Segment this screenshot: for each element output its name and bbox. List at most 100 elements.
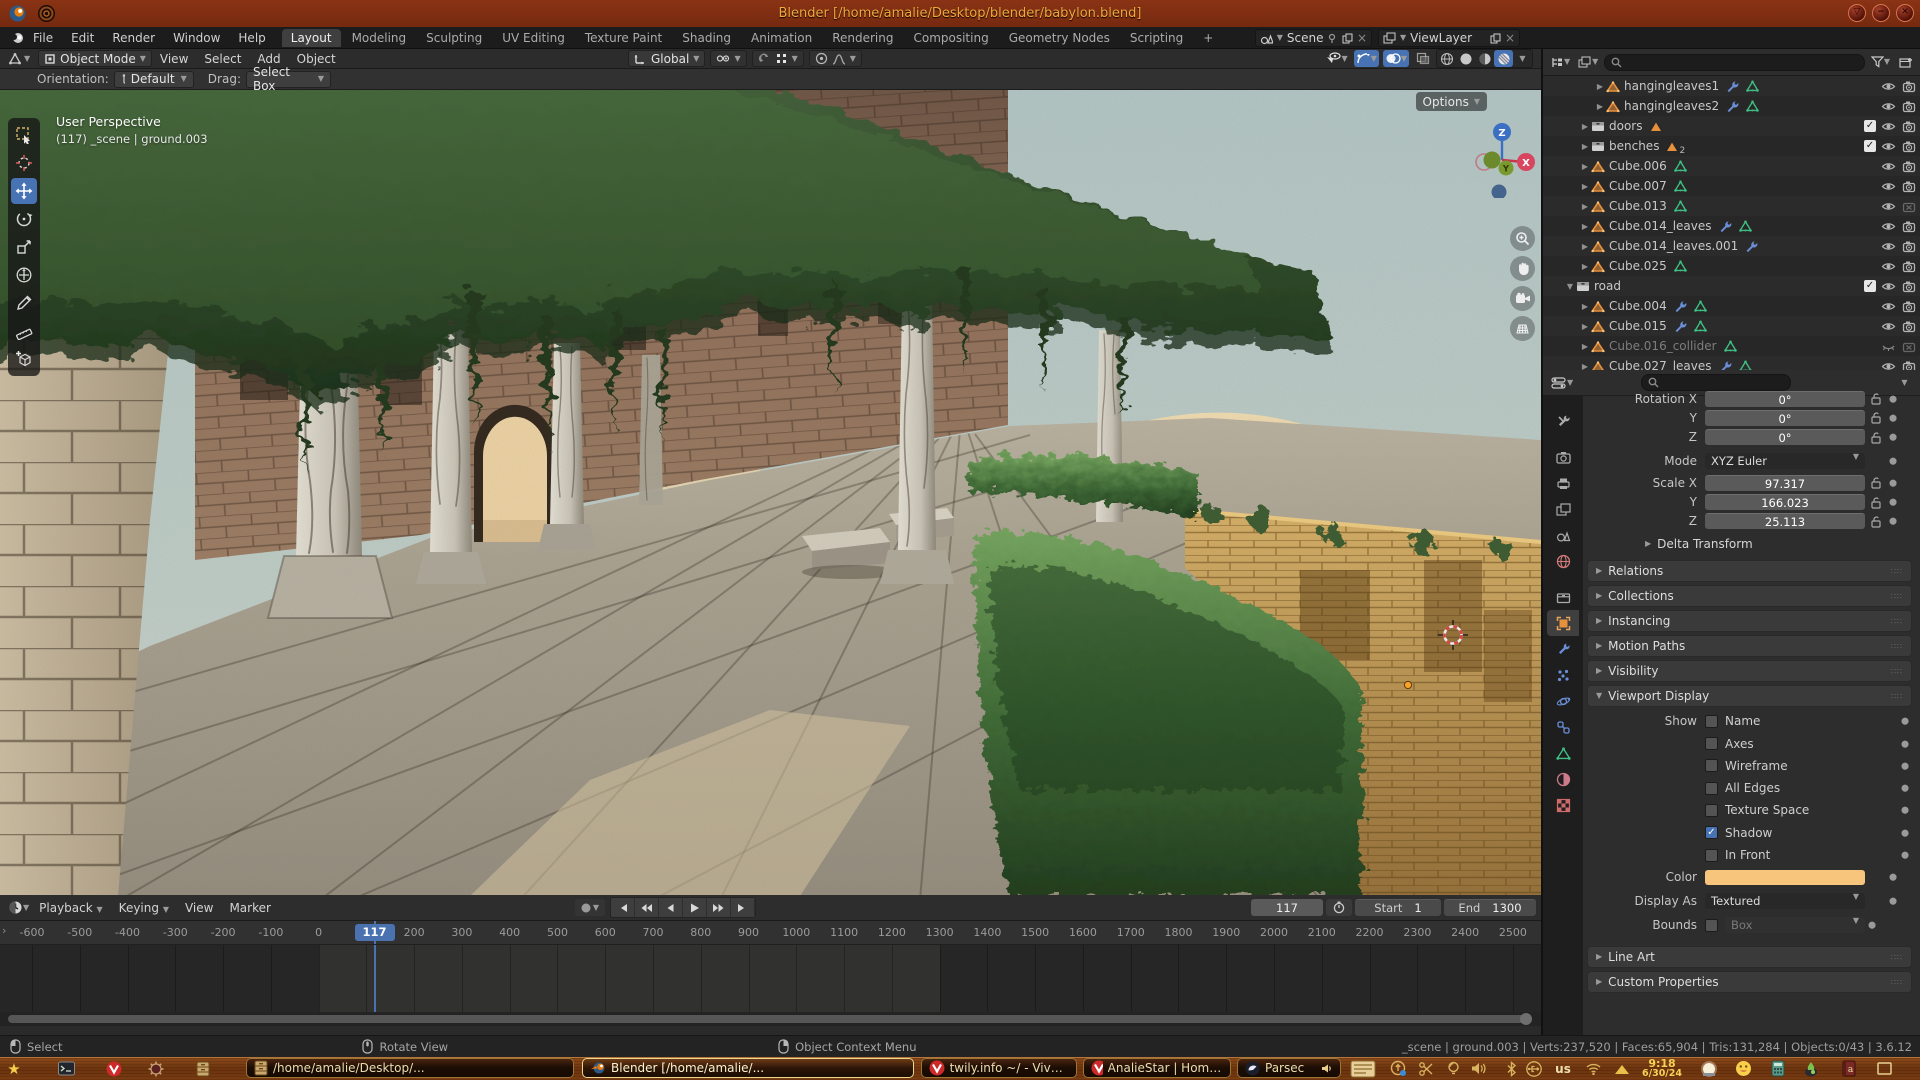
cursor-tool-button[interactable] xyxy=(11,150,37,176)
animate-dot[interactable]: ⬤ xyxy=(1898,784,1912,792)
overlays-toggle[interactable]: ▼ xyxy=(1383,50,1409,67)
expand-icon[interactable]: ▶ xyxy=(1579,302,1591,311)
menu-window[interactable]: Window xyxy=(164,31,229,45)
outliner-row-benches[interactable]: ▶benches2✓ xyxy=(1543,136,1920,156)
timeline-editor-type-dropdown[interactable]: ▼ xyxy=(6,899,31,916)
animate-dot[interactable]: ⬤ xyxy=(1898,717,1912,725)
3d-scene[interactable] xyxy=(0,90,1541,895)
checkbox-shadow[interactable]: ✓ xyxy=(1705,826,1718,839)
camera-view-button[interactable] xyxy=(1510,286,1535,311)
eye-open-icon[interactable] xyxy=(1881,240,1896,253)
eye-open-icon[interactable] xyxy=(1881,140,1896,153)
menu-edit[interactable]: Edit xyxy=(62,31,103,45)
scene-selector[interactable]: ▼ Scene × xyxy=(1255,29,1372,47)
timeline-menu-keying[interactable]: Keying ▼ xyxy=(111,901,177,915)
lock-icon[interactable] xyxy=(1870,431,1886,444)
editor-type-button[interactable]: ▼ xyxy=(6,50,32,67)
animate-dot[interactable]: ⬤ xyxy=(1898,740,1912,748)
new-collection-button[interactable] xyxy=(1896,54,1915,71)
panel-viewport-display[interactable]: ▼Viewport Display∷∷ xyxy=(1587,685,1912,707)
shade-button[interactable]: ▽ xyxy=(1848,4,1866,22)
animate-dot[interactable]: ⬤ xyxy=(1886,457,1900,465)
tray-smiley-icon[interactable] xyxy=(1731,1059,1755,1078)
snapping-toggle[interactable]: ▼ xyxy=(752,50,804,67)
viewlayer-selector[interactable]: ▼ ViewLayer × xyxy=(1378,29,1520,47)
vivaldi-launcher-icon[interactable] xyxy=(104,1059,124,1078)
expand-icon[interactable]: ▶ xyxy=(1594,102,1606,111)
tray-volume-icon[interactable] xyxy=(1467,1059,1491,1078)
animate-dot[interactable]: ⬤ xyxy=(1898,762,1912,770)
expand-icon[interactable]: ▶ xyxy=(1579,202,1591,211)
expand-icon[interactable]: ▶ xyxy=(1579,362,1591,371)
shading-rendered-button[interactable] xyxy=(1494,50,1513,67)
panel-collections[interactable]: ▶Collections∷∷ xyxy=(1587,585,1912,607)
workspace-tab-rendering[interactable]: Rendering xyxy=(823,29,902,47)
dropdown-display-as-row[interactable]: Textured▼ xyxy=(1705,893,1865,909)
outliner-row-road[interactable]: ▼road✓ xyxy=(1543,276,1920,296)
taskbar-window-4[interactable]: AnalieStar | Home - Viva... xyxy=(1083,1058,1231,1078)
checkbox-name[interactable] xyxy=(1705,715,1718,728)
animate-dot[interactable]: ⬤ xyxy=(1886,517,1900,525)
zoom-button[interactable] xyxy=(1510,226,1535,251)
outliner-display-mode-dropdown[interactable]: ▼ xyxy=(1548,54,1572,71)
tray-dictionary-icon[interactable]: a xyxy=(1837,1059,1861,1078)
tray-keyboard-icon[interactable]: us xyxy=(1551,1059,1575,1078)
timeline-scrollbar[interactable] xyxy=(0,1012,1541,1026)
menu-help[interactable]: Help xyxy=(229,31,274,45)
orientation-default-dropdown[interactable]: Default ▼ xyxy=(114,71,194,88)
show-object-types-dropdown[interactable]: ▼ xyxy=(1323,50,1350,67)
menu-file[interactable]: File xyxy=(24,31,62,45)
outliner-filter-mode-dropdown[interactable]: ▼ xyxy=(1576,54,1600,71)
tray-clock-icon[interactable]: 9:186/30/24 xyxy=(1636,1059,1688,1078)
outliner-row-hangingleaves2[interactable]: ▶hangingleaves2 xyxy=(1543,96,1920,116)
eye-open-icon[interactable] xyxy=(1881,120,1896,133)
eye-open-icon[interactable] xyxy=(1881,160,1896,173)
eye-open-icon[interactable] xyxy=(1881,320,1896,333)
render-visibility-icon[interactable] xyxy=(1902,200,1916,213)
expand-icon[interactable]: ▼ xyxy=(1564,282,1576,291)
outliner-row-Cube.006[interactable]: ▶Cube.006 xyxy=(1543,156,1920,176)
panel-line-art[interactable]: ▶Line Art∷∷ xyxy=(1587,946,1912,968)
workspace-tab-layout[interactable]: Layout xyxy=(282,29,341,47)
animate-dot[interactable]: ⬤ xyxy=(1886,395,1900,403)
lock-icon[interactable] xyxy=(1870,476,1886,489)
render-visibility-icon[interactable] xyxy=(1902,120,1916,133)
properties-tab-material[interactable] xyxy=(1547,766,1579,792)
tray-wifi-icon[interactable] xyxy=(1581,1059,1605,1078)
animate-dot[interactable]: ⬤ xyxy=(1886,897,1900,905)
minimize-button[interactable]: − xyxy=(1872,4,1890,22)
viewport-menu-add[interactable]: Add xyxy=(249,52,288,66)
tray-desktop-icon[interactable] xyxy=(1872,1059,1896,1078)
tray-moon-icon[interactable] xyxy=(1697,1059,1721,1078)
terminal-launcher-icon[interactable] xyxy=(56,1059,76,1078)
workspace-tab-sculpting[interactable]: Sculpting xyxy=(417,29,491,47)
eye-open-icon[interactable] xyxy=(1881,260,1896,273)
tray-update-icon[interactable] xyxy=(1386,1059,1410,1078)
shading-solid-button[interactable] xyxy=(1456,50,1475,67)
eye-open-icon[interactable] xyxy=(1881,220,1896,233)
navigation-gizmo[interactable]: Z X Y xyxy=(1462,118,1541,198)
drag-dropdown[interactable]: Select Box ▼ xyxy=(246,71,331,88)
lock-icon[interactable] xyxy=(1870,411,1886,424)
animate-dot[interactable]: ⬤ xyxy=(1865,921,1879,929)
xray-toggle[interactable] xyxy=(1413,50,1432,67)
animate-dot[interactable]: ⬤ xyxy=(1886,873,1900,881)
options-dropdown[interactable]: Options ▼ xyxy=(1416,92,1487,111)
scale-tool-button[interactable] xyxy=(11,234,37,260)
shading-material-button[interactable] xyxy=(1475,50,1494,67)
rotate-tool-button[interactable] xyxy=(11,206,37,232)
panel-motion-paths[interactable]: ▶Motion Paths∷∷ xyxy=(1587,635,1912,657)
expand-icon[interactable]: ▶ xyxy=(1579,182,1591,191)
play-button[interactable] xyxy=(683,898,707,917)
current-frame-field[interactable]: 117 xyxy=(1251,899,1323,916)
expand-icon[interactable]: ▶ xyxy=(1594,82,1606,91)
properties-tab-output[interactable] xyxy=(1547,470,1579,496)
pivot-point-dropdown[interactable]: ▼ xyxy=(710,50,746,67)
render-visibility-icon[interactable] xyxy=(1902,180,1916,193)
properties-tab-data[interactable] xyxy=(1547,740,1579,766)
panel-visibility[interactable]: ▶Visibility∷∷ xyxy=(1587,660,1912,682)
menu-render[interactable]: Render xyxy=(103,31,164,45)
expand-icon[interactable]: ▶ xyxy=(1579,322,1591,331)
timeline-ruler[interactable]: -600-500-400-300-200-1000100200300400500… xyxy=(0,921,1541,945)
shading-dropdown[interactable]: ▼ xyxy=(1513,50,1532,67)
